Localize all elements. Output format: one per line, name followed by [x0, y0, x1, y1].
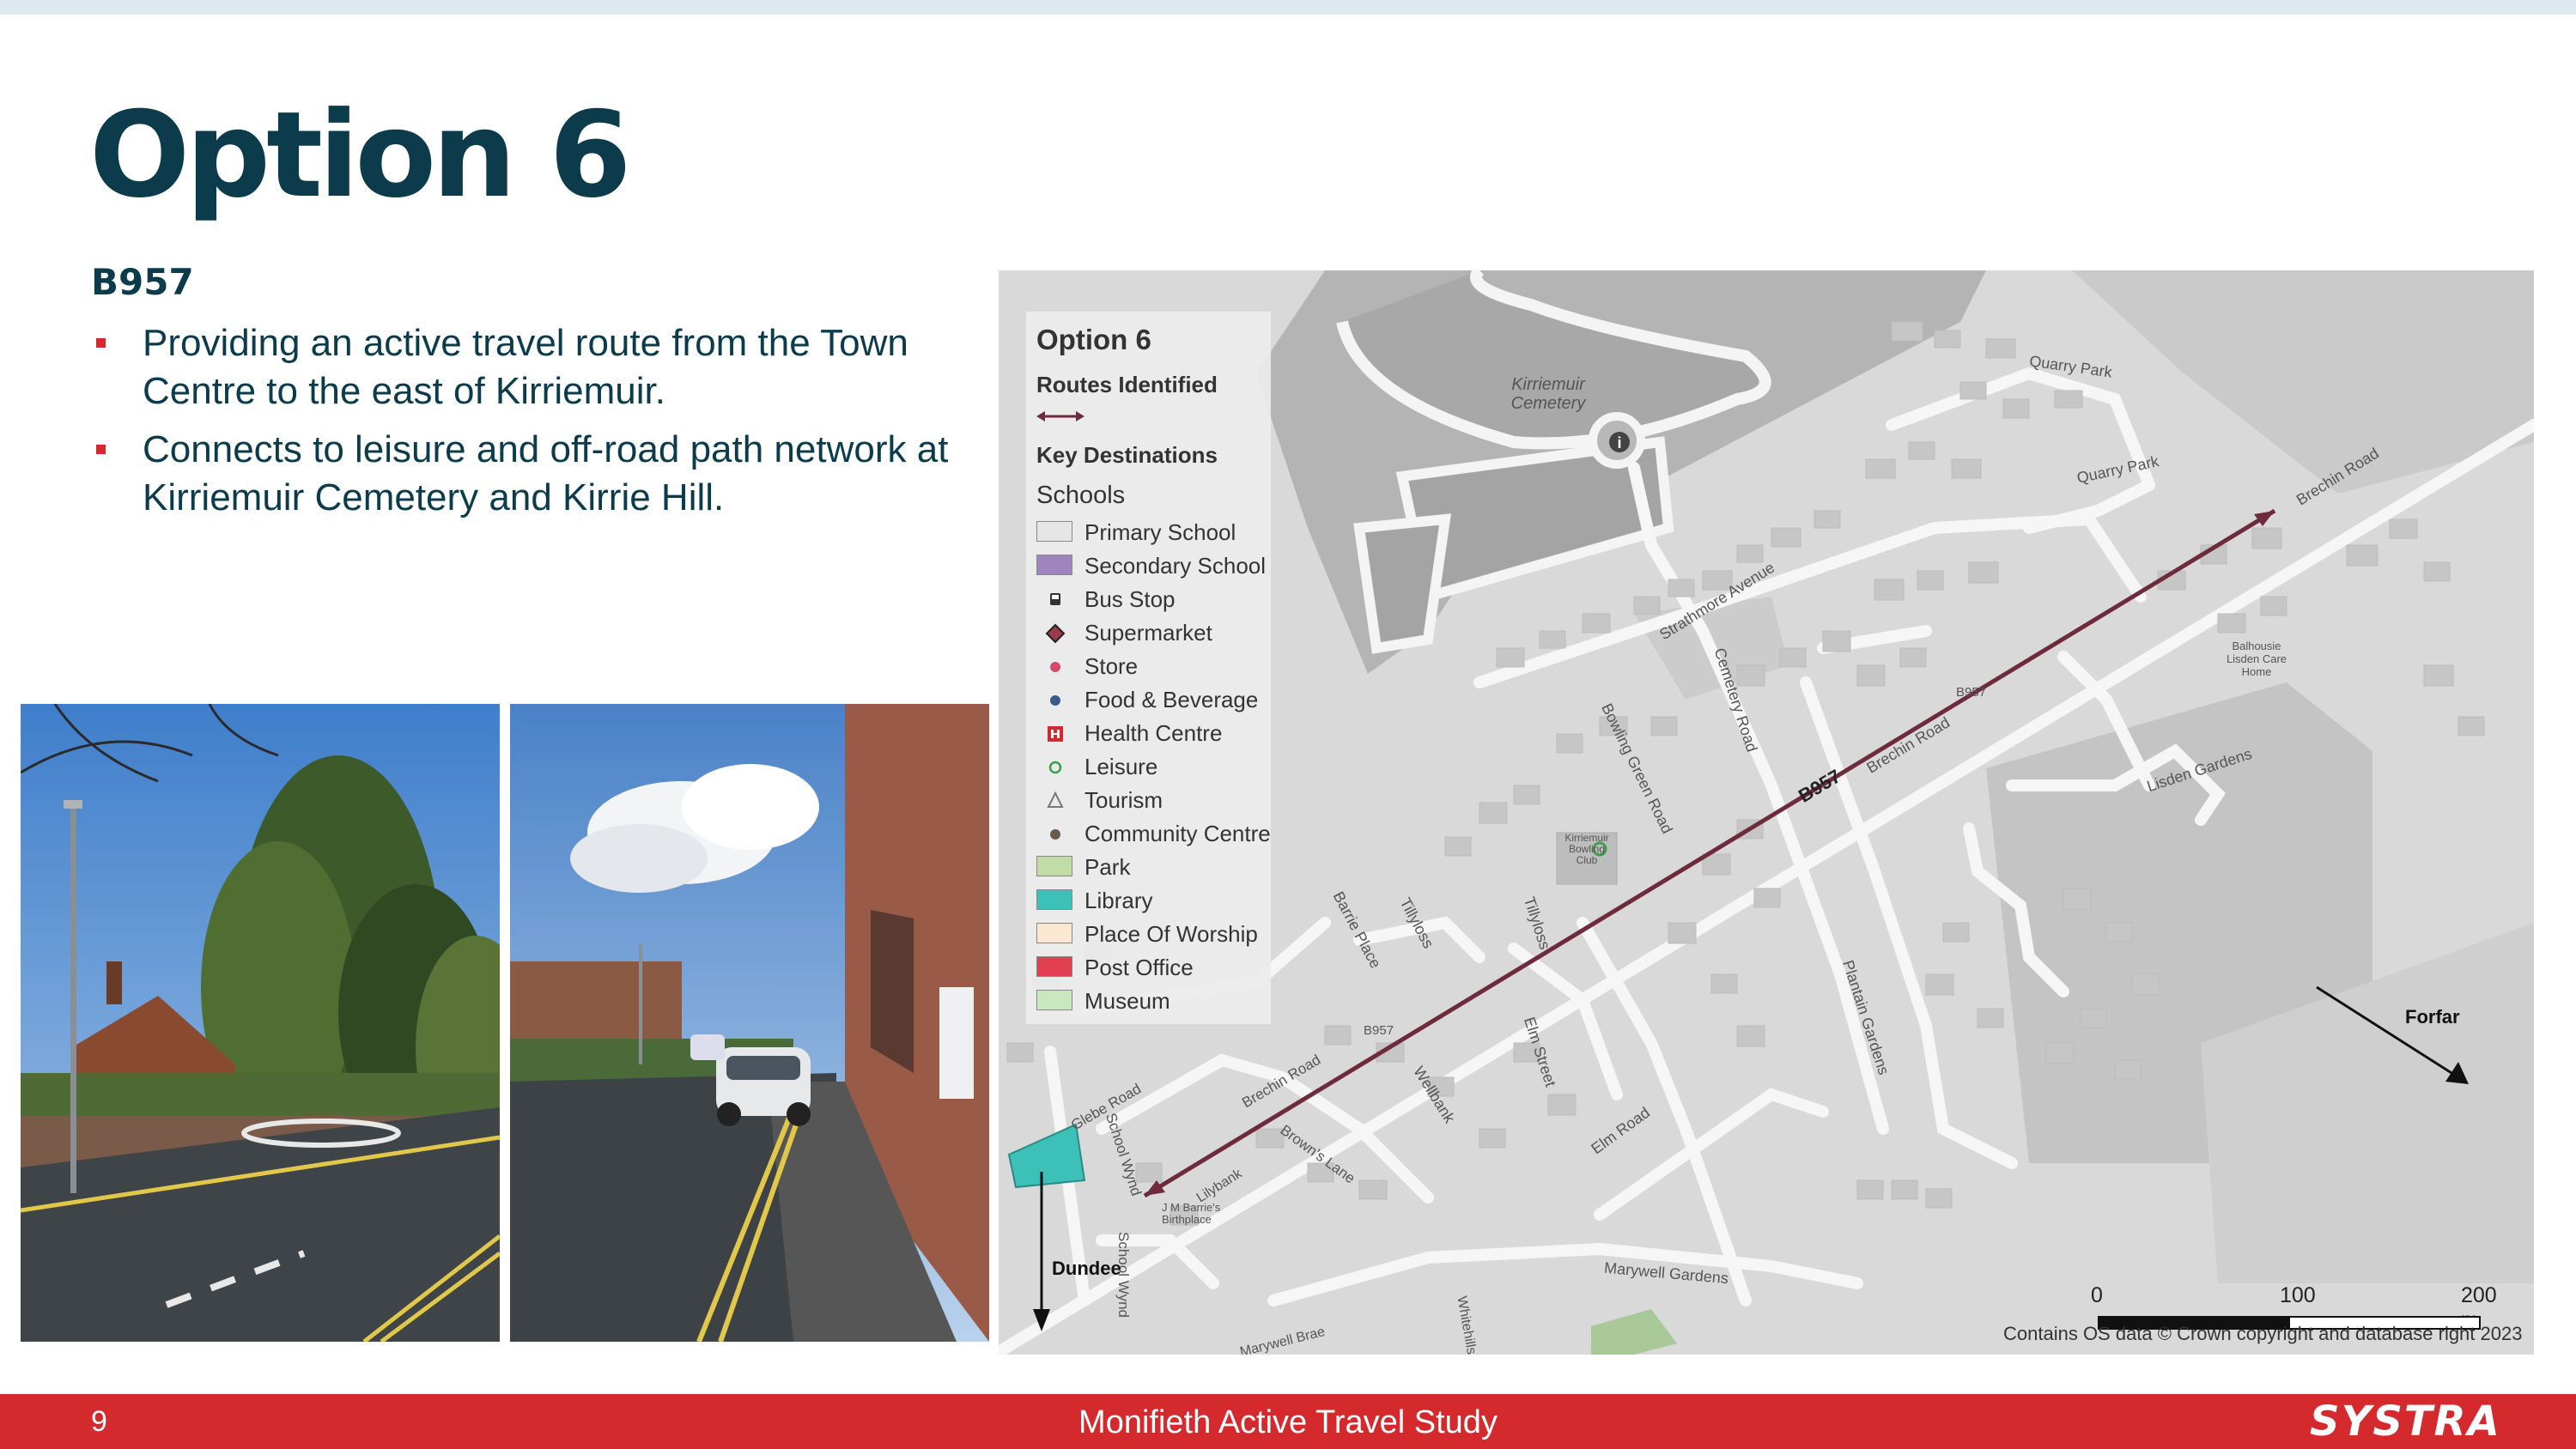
place-of-worship-swatch [1036, 923, 1072, 943]
legend-routes-heading: Routes Identified [1036, 372, 1218, 397]
legend-label: Food & Beverage [1084, 687, 1259, 712]
legend-item-secondary-school: Secondary School [1036, 551, 1268, 582]
legend-label: Primary School [1084, 519, 1236, 545]
map-label-dundee: Dundee [1052, 1258, 1121, 1279]
legend-item-library: Library [1036, 886, 1268, 917]
bullet-text: Connects to leisure and off-road path ne… [143, 428, 949, 518]
map-legend: Option 6 Routes Identified Key Destinati… [1026, 312, 1271, 1024]
legend-item-museum: Museum [1036, 986, 1268, 1017]
legend-label: Leisure [1084, 754, 1158, 779]
legend-item-community-centre: Community Centre [1036, 819, 1271, 850]
leisure-icon [1048, 761, 1062, 774]
supermarket-icon [1045, 623, 1066, 644]
map-label-b957-small: B957 [1956, 685, 1987, 700]
bullet-marker [96, 445, 106, 454]
route-subtitle: B957 [91, 261, 194, 303]
map-label-bowling-club: Kirriemuir Bowling Club [1564, 832, 1609, 866]
legend-item-supermarket: Supermarket [1036, 618, 1268, 649]
bullet-list: Providing an active travel route from th… [91, 319, 1001, 532]
health-centre-icon [1048, 726, 1063, 742]
legend-item-food-beverage: Food & Beverage [1036, 685, 1268, 716]
legend-label: Library [1084, 888, 1153, 913]
legend-label: Place Of Worship [1084, 921, 1258, 947]
bullet-item: Providing an active travel route from th… [91, 319, 1001, 415]
legend-title: Option 6 [1036, 324, 1151, 355]
legend-label: Store [1084, 653, 1139, 679]
park-swatch [1036, 856, 1072, 876]
community-centre-icon [1050, 829, 1060, 840]
bus-stop-icon [1050, 593, 1060, 605]
svg-text:i: i [1617, 434, 1621, 452]
map-label-balhousie: Balhousie Lisden Care Home [2226, 640, 2287, 678]
legend-label: Secondary School [1084, 553, 1267, 579]
tourism-icon [1047, 791, 1064, 808]
slide-title: Option 6 [89, 86, 631, 224]
secondary-school-swatch [1036, 555, 1072, 575]
post-office-swatch [1036, 956, 1072, 977]
legend-item-park: Park [1036, 852, 1268, 883]
bullet-item: Connects to leisure and off-road path ne… [91, 426, 1001, 522]
store-icon [1050, 662, 1060, 672]
legend-label: Park [1084, 854, 1131, 880]
legend-item-bus-stop: Bus Stop [1036, 585, 1268, 615]
legend-label: Bus Stop [1084, 586, 1176, 612]
library-swatch [1036, 889, 1072, 910]
systra-logo: SYSTRA [2310, 1397, 2501, 1446]
route-map[interactable]: i Kirriemuir Cemetery Quarry Park Quarry… [999, 270, 2534, 1355]
food-beverage-icon [1050, 695, 1060, 706]
legend-schools-heading: Schools [1036, 482, 1126, 509]
map-label-forfar: Forfar [2405, 1006, 2460, 1028]
street-photo-2 [510, 704, 989, 1342]
top-accent-bar [0, 0, 2576, 15]
legend-label: Tourism [1084, 787, 1163, 813]
legend-item-health-centre: Health Centre [1036, 718, 1268, 749]
route-arrow-icon [1036, 411, 1084, 421]
legend-item-leisure: Leisure [1036, 752, 1268, 783]
legend-label: Supermarket [1084, 620, 1212, 646]
legend-label: Museum [1084, 988, 1170, 1014]
footer-study-title: Monifieth Active Travel Study [1078, 1404, 1498, 1440]
legend-key-destinations-heading: Key Destinations [1036, 442, 1218, 468]
legend-item-store: Store [1036, 652, 1268, 682]
map-label-cemetery: Kirriemuir Cemetery [1510, 375, 1586, 413]
legend-item-primary-school: Primary School [1036, 518, 1268, 549]
legend-item-place-of-worship: Place Of Worship [1036, 919, 1268, 950]
scale-zero: 0 [2091, 1283, 2103, 1307]
legend-item-post-office: Post Office [1036, 953, 1268, 984]
legend-label: Community Centre [1084, 821, 1271, 846]
legend-item-tourism: Tourism [1036, 785, 1268, 816]
bullet-marker [96, 338, 106, 348]
map-label-b957-small: B957 [1364, 1023, 1394, 1038]
legend-label: Health Centre [1084, 720, 1223, 746]
bullet-text: Providing an active travel route from th… [143, 322, 908, 412]
scale-mid: 100 [2280, 1283, 2316, 1307]
primary-school-swatch [1036, 521, 1072, 542]
map-copyright: Contains OS data © Crown copyright and d… [2003, 1323, 2523, 1344]
street-photo-1 [21, 704, 500, 1342]
legend-label: Post Office [1084, 955, 1194, 980]
museum-swatch [1036, 990, 1072, 1010]
map-label-jm-barries: J M Barrie's Birthplace [1162, 1201, 1221, 1226]
